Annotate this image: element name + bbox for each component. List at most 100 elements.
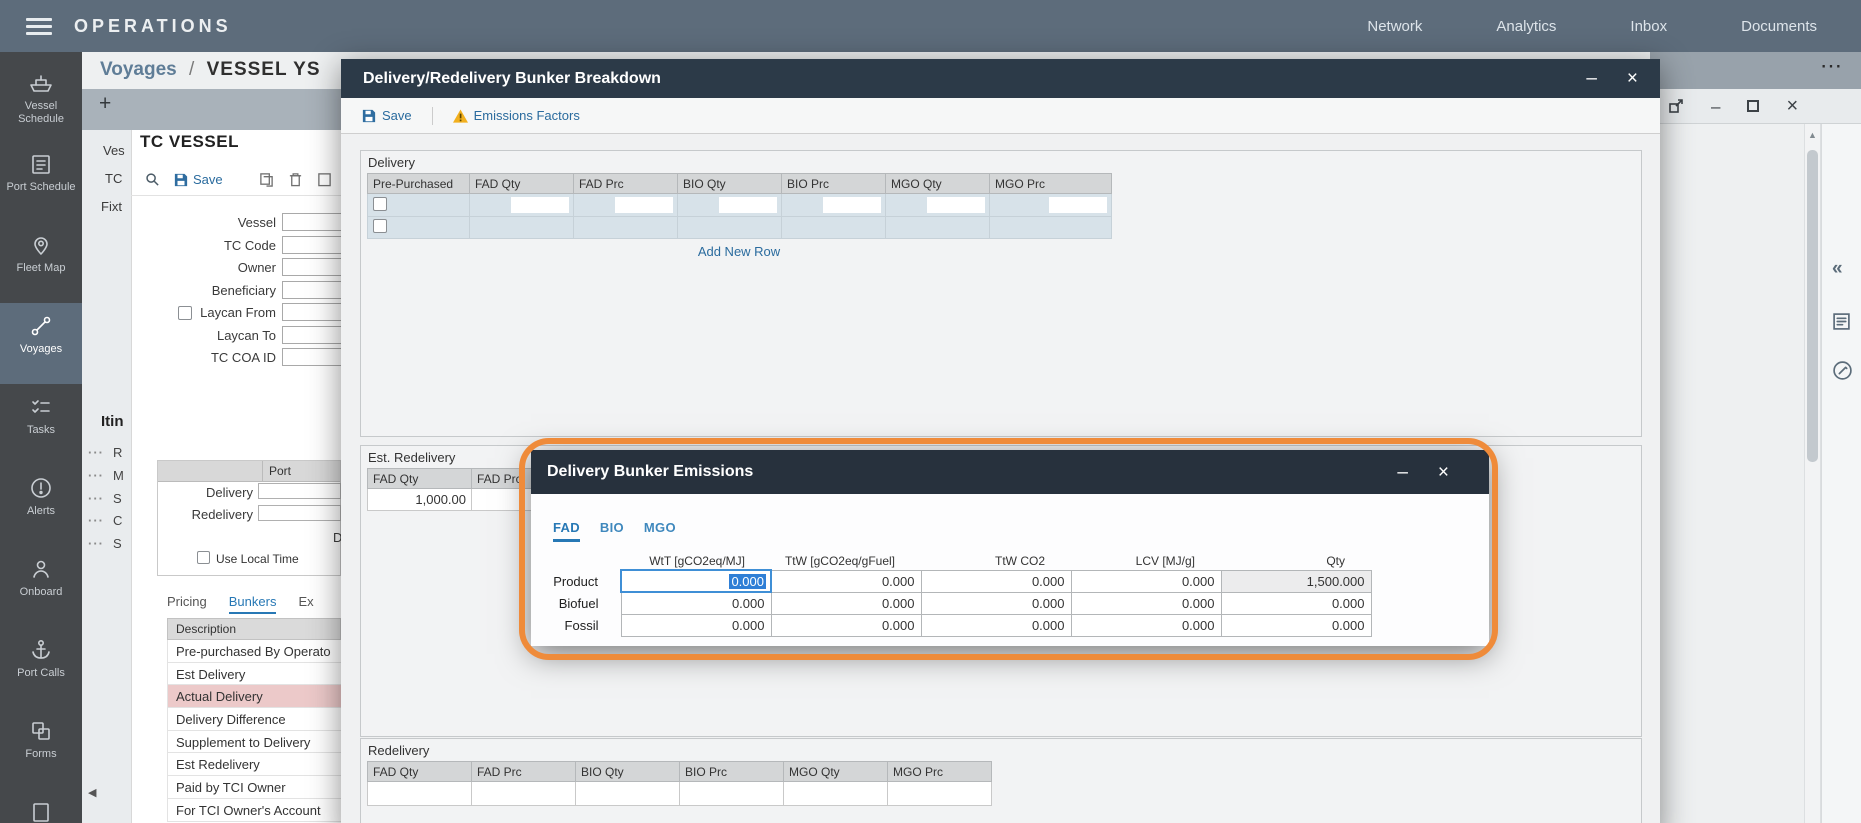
tab-bunkers[interactable]: Bunkers bbox=[229, 594, 277, 614]
modal-minimize-icon[interactable]: – bbox=[1586, 69, 1597, 88]
popout-icon[interactable] bbox=[1668, 98, 1684, 114]
row-menu-icon[interactable]: ··· bbox=[88, 513, 104, 528]
row-menu-icon[interactable]: ··· bbox=[88, 491, 104, 506]
window-minimize-icon[interactable]: – bbox=[1711, 98, 1720, 115]
tab-fad[interactable]: FAD bbox=[553, 520, 580, 542]
biofuel-wtt-input[interactable]: 0.000 bbox=[621, 592, 771, 614]
tc-code-input[interactable] bbox=[282, 236, 344, 254]
sidebar-item-alerts[interactable]: Alerts bbox=[0, 465, 82, 546]
bio-qty-cell[interactable] bbox=[678, 194, 782, 217]
sidebar-item-voyages[interactable]: Voyages bbox=[0, 303, 82, 384]
grid-row[interactable]: Paid by TCI Owner bbox=[167, 776, 341, 799]
sidebar-item-port-calls[interactable]: Port Calls bbox=[0, 627, 82, 708]
breadcrumb-voyages-link[interactable]: Voyages bbox=[100, 59, 177, 80]
laycan-from-checkbox[interactable] bbox=[178, 306, 192, 320]
cell-input[interactable] bbox=[719, 197, 777, 213]
nav-documents[interactable]: Documents bbox=[1741, 18, 1817, 35]
sidebar-item-port-schedule[interactable]: Port Schedule bbox=[0, 141, 82, 222]
grid-row[interactable]: Pre-purchased By Operato bbox=[167, 640, 341, 663]
itinerary-row[interactable]: ··· S bbox=[88, 487, 122, 509]
tab-bio[interactable]: BIO bbox=[600, 520, 624, 542]
properties-panel-icon[interactable] bbox=[1832, 312, 1851, 331]
cell-input[interactable] bbox=[615, 197, 673, 213]
add-plus-icon[interactable]: + bbox=[99, 92, 111, 116]
window-close-icon[interactable]: × bbox=[1786, 98, 1798, 115]
fad-qty-cell[interactable] bbox=[470, 194, 574, 217]
emissions-factors-button[interactable]: Emissions Factors bbox=[453, 108, 580, 123]
mgo-qty-cell[interactable] bbox=[886, 194, 990, 217]
bio-prc-cell[interactable] bbox=[782, 217, 886, 239]
fossil-wtt-input[interactable]: 0.000 bbox=[621, 614, 771, 636]
bio-prc-cell[interactable] bbox=[782, 194, 886, 217]
itinerary-row[interactable]: ··· S bbox=[88, 532, 122, 554]
grid-row[interactable]: Est Delivery bbox=[167, 663, 341, 686]
grid-row-highlighted[interactable]: Actual Delivery bbox=[167, 685, 341, 708]
mgo-prc-cell[interactable] bbox=[990, 194, 1112, 217]
fossil-ttw-fuel-input[interactable]: 0.000 bbox=[771, 614, 921, 636]
itinerary-row[interactable]: ··· R bbox=[88, 441, 122, 463]
copy-icon[interactable] bbox=[259, 172, 274, 187]
modal-close-icon[interactable]: × bbox=[1627, 69, 1638, 88]
cell-input[interactable] bbox=[1049, 197, 1107, 213]
delivery-row-checkbox[interactable] bbox=[373, 197, 387, 211]
collapse-left-icon[interactable]: ◀ bbox=[88, 786, 96, 799]
biofuel-qty-input[interactable]: 0.000 bbox=[1221, 592, 1371, 614]
vessel-input[interactable] bbox=[282, 213, 344, 231]
product-wtt-input[interactable]: 0.000 bbox=[621, 570, 771, 592]
grid-row[interactable]: Supplement to Delivery bbox=[167, 731, 341, 754]
nav-inbox[interactable]: Inbox bbox=[1630, 18, 1667, 35]
product-lcv-input[interactable]: 0.000 bbox=[1071, 570, 1221, 592]
product-ttw-fuel-input[interactable]: 0.000 bbox=[771, 570, 921, 592]
grid-row[interactable]: Delivery Difference bbox=[167, 708, 341, 731]
tab-ex-clipped[interactable]: Ex bbox=[298, 594, 313, 614]
bunker-save-button[interactable]: Save bbox=[362, 108, 412, 123]
row-menu-icon[interactable]: ··· bbox=[88, 536, 104, 551]
sidebar-item-fleet-map[interactable]: Fleet Map bbox=[0, 222, 82, 303]
trash-icon[interactable] bbox=[288, 172, 303, 187]
biofuel-ttw-fuel-input[interactable]: 0.000 bbox=[771, 592, 921, 614]
edit-circle-icon[interactable] bbox=[1832, 360, 1853, 381]
redelivery-input[interactable] bbox=[258, 505, 341, 521]
grid-row[interactable]: Est Redelivery bbox=[167, 753, 341, 776]
clipped-toolbar-icon[interactable] bbox=[317, 172, 332, 187]
fad-prc-cell[interactable] bbox=[574, 194, 678, 217]
tc-coa-id-input[interactable] bbox=[282, 348, 344, 366]
fad-qty-cell[interactable] bbox=[470, 217, 574, 239]
product-ttw-co2-input[interactable]: 0.000 bbox=[921, 570, 1071, 592]
delivery-row-checkbox[interactable] bbox=[373, 219, 387, 233]
chevrons-left-icon[interactable]: « bbox=[1832, 258, 1843, 280]
page-menu-icon[interactable]: ⋯ bbox=[1820, 53, 1842, 79]
sidebar-item-cutoff[interactable] bbox=[0, 789, 82, 823]
use-local-time-checkbox[interactable] bbox=[197, 551, 210, 564]
row-menu-icon[interactable]: ··· bbox=[88, 468, 104, 483]
laycan-to-input[interactable] bbox=[282, 326, 344, 344]
biofuel-lcv-input[interactable]: 0.000 bbox=[1071, 592, 1221, 614]
tab-pricing[interactable]: Pricing bbox=[167, 594, 207, 614]
modal-minimize-icon[interactable]: – bbox=[1397, 463, 1408, 482]
owner-input[interactable] bbox=[282, 258, 344, 276]
add-new-row-link[interactable]: Add New Row bbox=[367, 244, 1111, 259]
fossil-qty-input[interactable]: 0.000 bbox=[1221, 614, 1371, 636]
vertical-scrollbar[interactable]: ▲ bbox=[1804, 124, 1821, 823]
window-maximize-icon[interactable] bbox=[1747, 100, 1759, 112]
mgo-prc-cell[interactable] bbox=[990, 217, 1112, 239]
row-menu-icon[interactable]: ··· bbox=[88, 445, 104, 460]
sidebar-item-onboard[interactable]: Onboard bbox=[0, 546, 82, 627]
sidebar-item-tasks[interactable]: Tasks bbox=[0, 384, 82, 465]
tab-mgo[interactable]: MGO bbox=[644, 520, 676, 542]
laycan-from-input[interactable] bbox=[282, 303, 344, 321]
tc-save-button[interactable]: Save bbox=[174, 172, 223, 187]
mgo-qty-cell[interactable] bbox=[886, 217, 990, 239]
fossil-lcv-input[interactable]: 0.000 bbox=[1071, 614, 1221, 636]
scroll-up-icon[interactable]: ▲ bbox=[1808, 130, 1817, 140]
itinerary-row[interactable]: ··· M bbox=[88, 464, 124, 486]
fossil-ttw-co2-input[interactable]: 0.000 bbox=[921, 614, 1071, 636]
bio-qty-cell[interactable] bbox=[678, 217, 782, 239]
modal-close-icon[interactable]: × bbox=[1438, 463, 1449, 482]
hamburger-menu-icon[interactable] bbox=[26, 18, 52, 35]
delivery-input[interactable] bbox=[258, 483, 341, 499]
sidebar-item-vessel-schedule[interactable]: Vessel Schedule bbox=[0, 60, 82, 141]
fad-prc-cell[interactable] bbox=[574, 217, 678, 239]
biofuel-ttw-co2-input[interactable]: 0.000 bbox=[921, 592, 1071, 614]
grid-row[interactable]: For TCI Owner's Account bbox=[167, 799, 341, 822]
